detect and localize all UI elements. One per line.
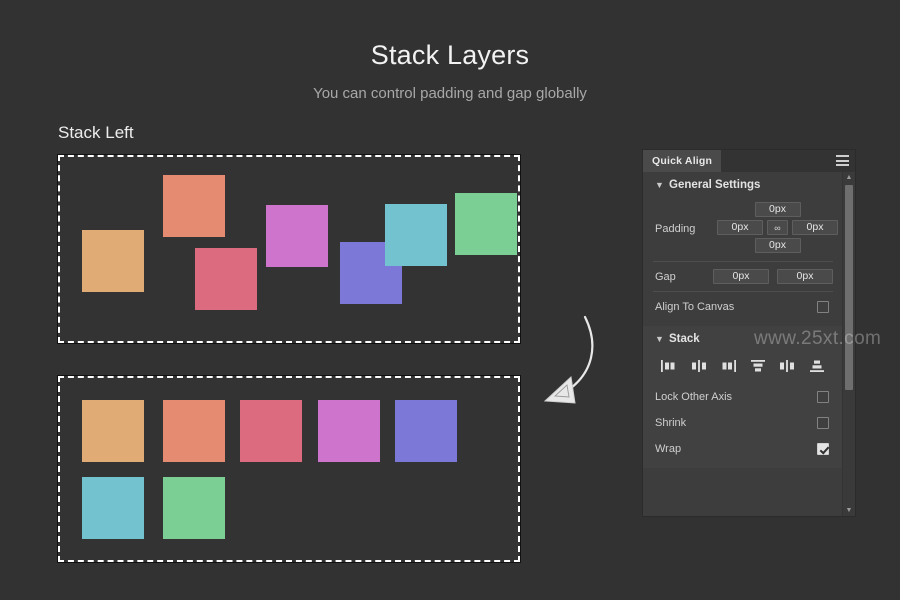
shrink-row[interactable]: Shrink bbox=[643, 410, 843, 436]
lock-other-axis-row[interactable]: Lock Other Axis bbox=[643, 384, 843, 410]
stack-section: ▼ Stack bbox=[643, 326, 843, 468]
panel-body: ▼ General Settings Padding 0px 0px ∞ 0px… bbox=[643, 172, 855, 516]
align-to-canvas-row[interactable]: Align To Canvas bbox=[643, 294, 843, 320]
hamburger-line bbox=[836, 155, 849, 157]
gap-label: Gap bbox=[655, 271, 713, 283]
stack-align-top-icon[interactable] bbox=[746, 356, 770, 376]
green-square[interactable] bbox=[163, 477, 225, 539]
chevron-down-icon: ▼ bbox=[655, 334, 669, 344]
gap-vertical-input[interactable]: 0px bbox=[777, 269, 833, 284]
stack-align-buttons bbox=[643, 352, 843, 384]
hamburger-line bbox=[836, 160, 849, 162]
wrap-row[interactable]: Wrap bbox=[643, 436, 843, 462]
gap-horizontal-input[interactable]: 0px bbox=[713, 269, 769, 284]
magenta-square[interactable] bbox=[318, 400, 380, 462]
general-settings-section: ▼ General Settings Padding 0px 0px ∞ 0px… bbox=[643, 172, 843, 326]
stack-align-right-icon[interactable] bbox=[716, 356, 740, 376]
wrap-checkbox[interactable] bbox=[817, 443, 829, 455]
divider bbox=[653, 291, 833, 292]
cyan-square[interactable] bbox=[82, 477, 144, 539]
chevron-down-icon[interactable]: ▼ bbox=[843, 505, 855, 516]
quick-align-panel: Quick Align ▼ General Settings Padding 0… bbox=[643, 150, 855, 516]
tab-quick-align[interactable]: Quick Align bbox=[643, 150, 721, 172]
link-chain-icon[interactable]: ∞ bbox=[767, 220, 788, 235]
page-subtitle: You can control padding and gap globally bbox=[0, 85, 900, 102]
shrink-checkbox[interactable] bbox=[817, 417, 829, 429]
padding-control: Padding 0px 0px ∞ 0px 0px bbox=[643, 198, 843, 259]
gap-control: Gap 0px 0px bbox=[643, 264, 843, 289]
hamburger-line bbox=[836, 164, 849, 166]
stack-align-bottom-icon[interactable] bbox=[805, 356, 829, 376]
align-to-canvas-label: Align To Canvas bbox=[655, 301, 817, 313]
tab-quick-align-label: Quick Align bbox=[652, 155, 712, 167]
shrink-label: Shrink bbox=[655, 417, 817, 429]
pink-square[interactable] bbox=[195, 248, 257, 310]
curved-flow-arrow bbox=[527, 315, 607, 425]
pink-square[interactable] bbox=[240, 400, 302, 462]
padding-label: Padding bbox=[655, 223, 705, 235]
chevron-down-icon: ▼ bbox=[655, 180, 669, 190]
align-to-canvas-checkbox[interactable] bbox=[817, 301, 829, 313]
result-canvas bbox=[58, 376, 520, 562]
panel-tab-bar: Quick Align bbox=[643, 150, 855, 172]
lock-other-axis-label: Lock Other Axis bbox=[655, 391, 817, 403]
lock-other-axis-checkbox[interactable] bbox=[817, 391, 829, 403]
scrollbar-thumb[interactable] bbox=[845, 185, 853, 390]
source-canvas bbox=[58, 155, 520, 343]
divider bbox=[653, 261, 833, 262]
padding-right-input[interactable]: 0px bbox=[792, 220, 838, 235]
padding-cross: 0px 0px ∞ 0px 0px bbox=[705, 200, 838, 257]
general-settings-title: General Settings bbox=[669, 179, 760, 191]
salmon-square[interactable] bbox=[163, 175, 225, 237]
chevron-up-icon[interactable]: ▲ bbox=[843, 172, 855, 183]
orange-square[interactable] bbox=[82, 400, 144, 462]
general-settings-header[interactable]: ▼ General Settings bbox=[643, 172, 843, 198]
stack-align-center-vertical-icon[interactable] bbox=[775, 356, 799, 376]
stack-title: Stack bbox=[669, 333, 700, 345]
green-square[interactable] bbox=[455, 193, 517, 255]
panel-scroll-area: ▼ General Settings Padding 0px 0px ∞ 0px… bbox=[643, 172, 843, 468]
stack-align-left-icon[interactable] bbox=[657, 356, 681, 376]
wrap-label: Wrap bbox=[655, 443, 817, 455]
stack-align-center-horizontal-icon[interactable] bbox=[687, 356, 711, 376]
orange-square[interactable] bbox=[82, 230, 144, 292]
padding-bottom-input[interactable]: 0px bbox=[755, 238, 801, 253]
purple-square[interactable] bbox=[395, 400, 457, 462]
magenta-square[interactable] bbox=[266, 205, 328, 267]
hamburger-menu-icon[interactable] bbox=[836, 155, 849, 166]
padding-top-input[interactable]: 0px bbox=[755, 202, 801, 217]
stack-left-label: Stack Left bbox=[58, 123, 134, 143]
page-title: Stack Layers bbox=[0, 40, 900, 71]
salmon-square[interactable] bbox=[163, 400, 225, 462]
padding-left-input[interactable]: 0px bbox=[717, 220, 763, 235]
stack-header[interactable]: ▼ Stack bbox=[643, 326, 843, 352]
panel-scrollbar[interactable]: ▲ ▼ bbox=[842, 172, 855, 516]
cyan-square[interactable] bbox=[385, 204, 447, 266]
